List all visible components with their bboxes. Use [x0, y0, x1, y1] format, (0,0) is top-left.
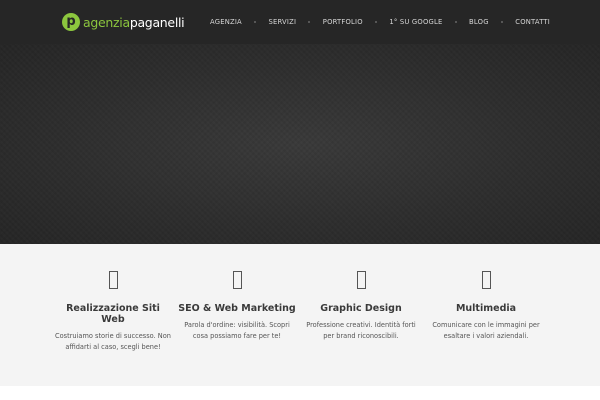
logo[interactable]: p agenziapaganelli — [62, 12, 185, 32]
service-seo[interactable]: SEO & Web Marketing Parola d'ordine: vis… — [177, 244, 297, 342]
service-title: Multimedia — [455, 303, 517, 314]
logo-text: agenziapaganelli — [83, 14, 185, 30]
nav-separator — [308, 21, 311, 23]
service-desc: Comunicare con le immagini per esaltare … — [432, 321, 540, 340]
broken-glyph-icon — [108, 271, 118, 289]
logo-text-rest: paganelli — [129, 14, 185, 30]
service-desc: Parola d'ordine: visibilità. Scopri cosa… — [184, 321, 290, 340]
nav-separator — [254, 21, 257, 23]
service-desc: Costruiamo storie di successo. Non affid… — [55, 332, 171, 351]
nav-item-agenzia[interactable]: AGENZIA — [210, 18, 242, 26]
broken-glyph-icon — [481, 271, 491, 289]
services-section: Realizzazione Siti Web Costruiamo storie… — [0, 244, 600, 386]
main-nav: AGENZIA SERVIZI PORTFOLIO 1° SU GOOGLE B… — [210, 0, 550, 44]
service-title: Realizzazione Siti Web — [66, 303, 160, 325]
logo-text-accent: agenzia — [83, 14, 130, 30]
hero-banner — [0, 44, 600, 244]
nav-item-google[interactable]: 1° SU GOOGLE — [389, 18, 442, 26]
service-web[interactable]: Realizzazione Siti Web Costruiamo storie… — [53, 244, 173, 353]
nav-separator — [454, 21, 457, 23]
site-header: p agenziapaganelli AGENZIA SERVIZI PORTF… — [0, 0, 600, 44]
service-graphic[interactable]: Graphic Design Professione creativi. Ide… — [301, 244, 421, 342]
nav-item-contatti[interactable]: CONTATTI — [515, 18, 550, 26]
broken-glyph-icon — [232, 271, 242, 289]
page-bottom-strip — [0, 386, 600, 400]
nav-item-blog[interactable]: BLOG — [469, 18, 489, 26]
service-title: Graphic Design — [320, 303, 402, 314]
broken-glyph-icon — [356, 271, 366, 289]
nav-separator — [375, 21, 378, 23]
service-title: SEO & Web Marketing — [178, 303, 296, 314]
service-multimedia[interactable]: Multimedia Comunicare con le immagini pe… — [426, 244, 546, 342]
nav-separator — [500, 21, 503, 23]
service-desc: Professione creativi. Identità forti per… — [306, 321, 416, 340]
nav-item-portfolio[interactable]: PORTFOLIO — [323, 18, 363, 26]
logo-mark-icon: p — [62, 13, 80, 31]
nav-item-servizi[interactable]: SERVIZI — [268, 18, 296, 26]
